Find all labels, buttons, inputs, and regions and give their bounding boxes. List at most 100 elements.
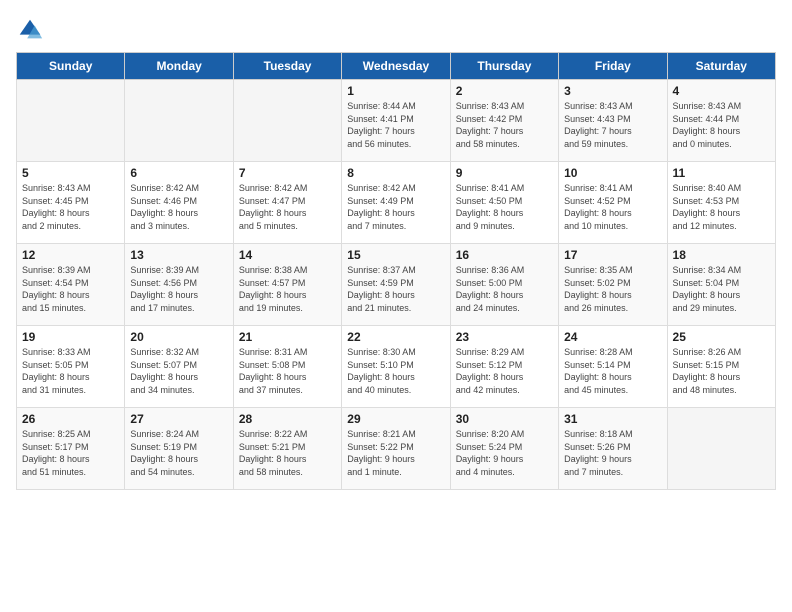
- calendar-cell: 16Sunrise: 8:36 AM Sunset: 5:00 PM Dayli…: [450, 244, 558, 326]
- day-number: 4: [673, 84, 770, 98]
- week-row-2: 5 Sunrise: 8:43 AM Sunset: 4:45 PM Daylig…: [17, 162, 776, 244]
- day-number: 19: [22, 330, 119, 344]
- col-header-friday: Friday: [559, 53, 667, 80]
- day-info: Sunrise: 8:42 AM Sunset: 4:47 PM Dayligh…: [239, 182, 336, 232]
- calendar-cell: 26Sunrise: 8:25 AM Sunset: 5:17 PM Dayli…: [17, 408, 125, 490]
- week-row-4: 19 Sunrise: 8:33 AM Sunset: 5:05 PM Dayli…: [17, 326, 776, 408]
- calendar-cell: 10 Sunrise: 8:41 AM Sunset: 4:52 PM Dayli…: [559, 162, 667, 244]
- col-header-thursday: Thursday: [450, 53, 558, 80]
- calendar-cell: 23 Sunrise: 8:29 AM Sunset: 5:12 PM Dayli…: [450, 326, 558, 408]
- day-number: 12: [22, 248, 119, 262]
- calendar-cell: 27 Sunrise: 8:24 AM Sunset: 5:19 PM Dayli…: [125, 408, 233, 490]
- day-number: 7: [239, 166, 336, 180]
- calendar-cell: 28 Sunrise: 8:22 AM Sunset: 5:21 PM Dayli…: [233, 408, 341, 490]
- week-row-1: 1 Sunrise: 8:44 AM Sunset: 4:41 PM Daylig…: [17, 80, 776, 162]
- calendar-cell: [125, 80, 233, 162]
- day-info: Sunrise: 8:36 AM Sunset: 5:00 PM Dayligh…: [456, 264, 553, 314]
- day-number: 10: [564, 166, 661, 180]
- day-number: 13: [130, 248, 227, 262]
- day-info: Sunrise: 8:41 AM Sunset: 4:50 PM Dayligh…: [456, 182, 553, 232]
- calendar-cell: 25 Sunrise: 8:26 AM Sunset: 5:15 PM Dayli…: [667, 326, 775, 408]
- day-info: Sunrise: 8:43 AM Sunset: 4:43 PM Dayligh…: [564, 100, 661, 150]
- calendar-cell: [17, 80, 125, 162]
- calendar-cell: 18 Sunrise: 8:34 AM Sunset: 5:04 PM Dayli…: [667, 244, 775, 326]
- day-number: 27: [130, 412, 227, 426]
- day-number: 11: [673, 166, 770, 180]
- day-number: 29: [347, 412, 444, 426]
- calendar-cell: 29 Sunrise: 8:21 AM Sunset: 5:22 PM Dayli…: [342, 408, 450, 490]
- day-number: 18: [673, 248, 770, 262]
- day-number: 30: [456, 412, 553, 426]
- day-info: Sunrise: 8:32 AM Sunset: 5:07 PM Dayligh…: [130, 346, 227, 396]
- calendar-cell: 11 Sunrise: 8:40 AM Sunset: 4:53 PM Dayli…: [667, 162, 775, 244]
- day-number: 15: [347, 248, 444, 262]
- calendar-cell: 2 Sunrise: 8:43 AM Sunset: 4:42 PM Daylig…: [450, 80, 558, 162]
- calendar-cell: 21Sunrise: 8:31 AM Sunset: 5:08 PM Dayli…: [233, 326, 341, 408]
- day-number: 21: [239, 330, 336, 344]
- col-header-saturday: Saturday: [667, 53, 775, 80]
- calendar-cell: 5 Sunrise: 8:43 AM Sunset: 4:45 PM Daylig…: [17, 162, 125, 244]
- day-info: Sunrise: 8:21 AM Sunset: 5:22 PM Dayligh…: [347, 428, 444, 478]
- calendar-cell: 4Sunrise: 8:43 AM Sunset: 4:44 PM Daylig…: [667, 80, 775, 162]
- day-info: Sunrise: 8:22 AM Sunset: 5:21 PM Dayligh…: [239, 428, 336, 478]
- day-number: 31: [564, 412, 661, 426]
- col-header-sunday: Sunday: [17, 53, 125, 80]
- day-number: 8: [347, 166, 444, 180]
- calendar-cell: 19 Sunrise: 8:33 AM Sunset: 5:05 PM Dayli…: [17, 326, 125, 408]
- day-number: 28: [239, 412, 336, 426]
- day-number: 3: [564, 84, 661, 98]
- day-number: 6: [130, 166, 227, 180]
- calendar-cell: 17 Sunrise: 8:35 AM Sunset: 5:02 PM Dayli…: [559, 244, 667, 326]
- calendar-table: SundayMondayTuesdayWednesdayThursdayFrid…: [16, 52, 776, 490]
- calendar-cell: 13 Sunrise: 8:39 AM Sunset: 4:56 PM Dayli…: [125, 244, 233, 326]
- day-info: Sunrise: 8:20 AM Sunset: 5:24 PM Dayligh…: [456, 428, 553, 478]
- day-info: Sunrise: 8:43 AM Sunset: 4:45 PM Dayligh…: [22, 182, 119, 232]
- day-info: Sunrise: 8:39 AM Sunset: 4:54 PM Dayligh…: [22, 264, 119, 314]
- day-number: 25: [673, 330, 770, 344]
- logo: [16, 16, 48, 44]
- day-info: Sunrise: 8:42 AM Sunset: 4:49 PM Dayligh…: [347, 182, 444, 232]
- day-info: Sunrise: 8:33 AM Sunset: 5:05 PM Dayligh…: [22, 346, 119, 396]
- calendar-cell: 3 Sunrise: 8:43 AM Sunset: 4:43 PM Daylig…: [559, 80, 667, 162]
- calendar-cell: 1 Sunrise: 8:44 AM Sunset: 4:41 PM Daylig…: [342, 80, 450, 162]
- day-info: Sunrise: 8:24 AM Sunset: 5:19 PM Dayligh…: [130, 428, 227, 478]
- calendar-cell: 9Sunrise: 8:41 AM Sunset: 4:50 PM Daylig…: [450, 162, 558, 244]
- calendar-cell: 20 Sunrise: 8:32 AM Sunset: 5:07 PM Dayli…: [125, 326, 233, 408]
- day-info: Sunrise: 8:44 AM Sunset: 4:41 PM Dayligh…: [347, 100, 444, 150]
- day-number: 17: [564, 248, 661, 262]
- day-info: Sunrise: 8:28 AM Sunset: 5:14 PM Dayligh…: [564, 346, 661, 396]
- day-number: 23: [456, 330, 553, 344]
- day-info: Sunrise: 8:29 AM Sunset: 5:12 PM Dayligh…: [456, 346, 553, 396]
- day-info: Sunrise: 8:18 AM Sunset: 5:26 PM Dayligh…: [564, 428, 661, 478]
- day-number: 2: [456, 84, 553, 98]
- calendar-cell: [233, 80, 341, 162]
- day-info: Sunrise: 8:34 AM Sunset: 5:04 PM Dayligh…: [673, 264, 770, 314]
- day-number: 1: [347, 84, 444, 98]
- calendar-cell: 12 Sunrise: 8:39 AM Sunset: 4:54 PM Dayli…: [17, 244, 125, 326]
- day-number: 22: [347, 330, 444, 344]
- week-row-3: 12 Sunrise: 8:39 AM Sunset: 4:54 PM Dayli…: [17, 244, 776, 326]
- calendar-cell: 8 Sunrise: 8:42 AM Sunset: 4:49 PM Daylig…: [342, 162, 450, 244]
- calendar-cell: 30 Sunrise: 8:20 AM Sunset: 5:24 PM Dayli…: [450, 408, 558, 490]
- logo-icon: [16, 16, 44, 44]
- calendar-cell: 7 Sunrise: 8:42 AM Sunset: 4:47 PM Daylig…: [233, 162, 341, 244]
- page-header: [16, 16, 776, 44]
- day-info: Sunrise: 8:43 AM Sunset: 4:42 PM Dayligh…: [456, 100, 553, 150]
- day-info: Sunrise: 8:41 AM Sunset: 4:52 PM Dayligh…: [564, 182, 661, 232]
- col-header-monday: Monday: [125, 53, 233, 80]
- col-header-tuesday: Tuesday: [233, 53, 341, 80]
- day-info: Sunrise: 8:38 AM Sunset: 4:57 PM Dayligh…: [239, 264, 336, 314]
- day-info: Sunrise: 8:42 AM Sunset: 4:46 PM Dayligh…: [130, 182, 227, 232]
- day-number: 20: [130, 330, 227, 344]
- day-info: Sunrise: 8:40 AM Sunset: 4:53 PM Dayligh…: [673, 182, 770, 232]
- day-info: Sunrise: 8:37 AM Sunset: 4:59 PM Dayligh…: [347, 264, 444, 314]
- day-info: Sunrise: 8:35 AM Sunset: 5:02 PM Dayligh…: [564, 264, 661, 314]
- calendar-cell: 15 Sunrise: 8:37 AM Sunset: 4:59 PM Dayli…: [342, 244, 450, 326]
- week-row-5: 26Sunrise: 8:25 AM Sunset: 5:17 PM Dayli…: [17, 408, 776, 490]
- day-info: Sunrise: 8:39 AM Sunset: 4:56 PM Dayligh…: [130, 264, 227, 314]
- day-number: 26: [22, 412, 119, 426]
- day-info: Sunrise: 8:26 AM Sunset: 5:15 PM Dayligh…: [673, 346, 770, 396]
- day-number: 24: [564, 330, 661, 344]
- day-number: 5: [22, 166, 119, 180]
- calendar-cell: 6 Sunrise: 8:42 AM Sunset: 4:46 PM Daylig…: [125, 162, 233, 244]
